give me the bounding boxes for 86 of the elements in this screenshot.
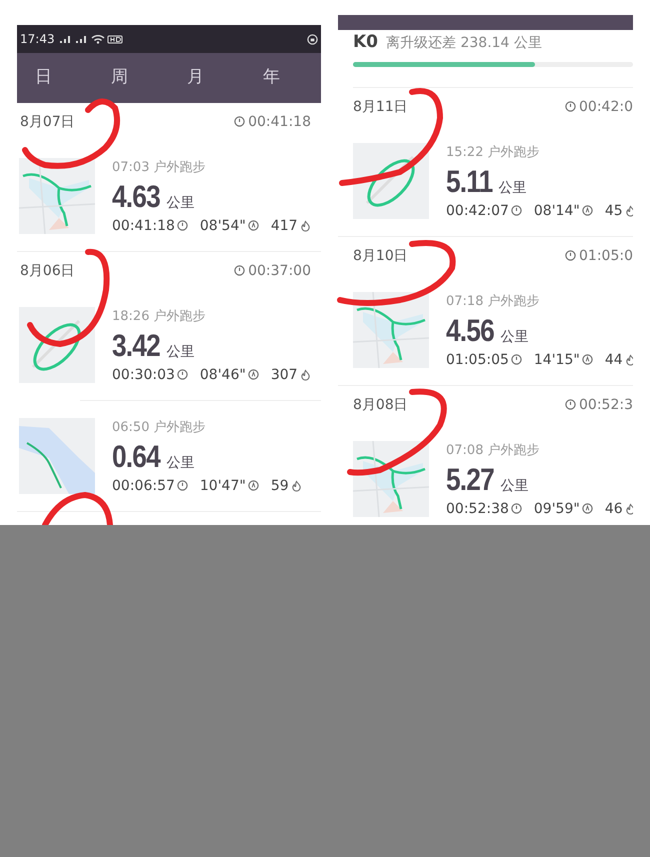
activity-item[interactable]: 15:22 户外跑步 5.11 公里 00:42:07 08'14" 45	[338, 125, 633, 236]
duration-value: 00:06:57	[112, 478, 175, 494]
activity-time-type: 07:03 户外跑步	[112, 158, 207, 176]
total-duration: 00:42:0	[579, 98, 633, 114]
flame-icon	[624, 502, 633, 514]
calories-value: 417	[270, 218, 298, 234]
duration-value: 01:05:05	[446, 352, 509, 368]
tab[interactable]: 年	[255, 53, 321, 103]
flame-icon	[290, 480, 302, 492]
pace-icon	[582, 354, 593, 365]
activity-time-type: 15:22 户外跑步	[446, 144, 541, 160]
calories-value: 307	[270, 366, 298, 382]
flame-icon	[300, 220, 311, 232]
pace-icon	[582, 503, 593, 514]
activity-item[interactable]: 18:26 户外跑步 3.42 公里 00:30:03 08'46" 307	[17, 289, 321, 400]
clock-icon	[176, 220, 188, 231]
activity-item[interactable]: 07:03 户外跑步 4.63 公里 00:41:18 08'54" 417	[17, 140, 321, 251]
distance-value: 0.64	[112, 438, 160, 474]
date-label: 8月08日	[353, 396, 408, 414]
calories-value: 44	[604, 352, 623, 368]
tab[interactable]: 月	[179, 53, 255, 103]
distance-unit: 公里	[500, 328, 528, 346]
flame-icon	[624, 204, 633, 216]
pace-icon	[248, 480, 259, 491]
distance-value: 5.11	[446, 164, 492, 200]
activity-time-type: 18:26 户外跑步	[112, 308, 207, 324]
pace-value: 08'46"	[200, 366, 246, 382]
distance-value: 4.63	[112, 178, 160, 214]
duration-value: 00:42:07	[446, 202, 509, 218]
pace-value: 10'47"	[200, 478, 246, 494]
activity-time-type: 07:08 户外跑步	[446, 442, 541, 458]
distance-value: 4.56	[446, 312, 494, 348]
pace-value: 08'14"	[534, 202, 580, 218]
level-label: K0	[353, 32, 378, 52]
activity-item[interactable]: 06:50 户外跑步 0.64 公里 00:06:57 10'47" 59	[17, 400, 321, 511]
level-progress-text: 离升级还差 238.14 公里	[386, 34, 542, 52]
calories-value: 46	[604, 500, 623, 516]
tab[interactable]: 日	[27, 53, 103, 103]
distance-unit: 公里	[500, 476, 528, 494]
flame-icon	[300, 368, 311, 380]
duration-value: 00:52:38	[446, 500, 509, 516]
activity-time-type: 06:50 户外跑步	[112, 418, 207, 436]
clock-time: 17:43	[20, 32, 55, 46]
date-label: 8月10日	[353, 246, 408, 264]
distance-unit: 公里	[166, 342, 194, 360]
total-duration: 00:37:00	[248, 262, 311, 278]
distance-unit: 公里	[498, 178, 527, 196]
clock-icon	[510, 503, 522, 514]
date-label: 8月06日	[20, 262, 75, 280]
distance-unit: 公里	[166, 454, 194, 472]
calories-value: 45	[604, 202, 623, 218]
pace-value: 08'54"	[200, 218, 246, 234]
clock-icon	[510, 354, 522, 365]
total-duration: 00:52:3	[579, 396, 633, 412]
distance-unit: 公里	[166, 194, 194, 212]
pace-icon	[248, 369, 259, 380]
pace-icon	[582, 205, 593, 216]
hd-icon	[106, 34, 123, 44]
clock-icon	[234, 116, 246, 127]
pace-value: 09'59"	[534, 500, 580, 516]
pace-value: 14'15"	[534, 352, 580, 368]
tab[interactable]: 周	[103, 53, 179, 103]
signal-icon	[74, 34, 89, 44]
total-duration: 00:41:18	[248, 114, 311, 130]
signal-icon	[58, 34, 73, 44]
date-label: 8月11日	[353, 98, 408, 116]
duration-value: 00:30:03	[112, 366, 175, 382]
clock-icon	[176, 480, 188, 491]
total-duration: 01:05:0	[579, 248, 633, 264]
activity-item[interactable]: 07:18 户外跑步 4.56 公里 01:05:05 14'15" 44	[338, 274, 633, 385]
activity-item[interactable]: 07:08 户外跑步 5.27 公里 00:52:38 09'59" 46	[338, 423, 633, 525]
clock-icon	[176, 369, 188, 380]
activity-time-type: 07:18 户外跑步	[446, 292, 541, 310]
flame-icon	[624, 354, 633, 366]
distance-value: 3.42	[112, 328, 160, 364]
clock-icon	[510, 205, 522, 216]
date-label: 8月07日	[20, 112, 75, 130]
distance-value: 5.27	[446, 462, 494, 498]
clock-icon	[565, 101, 576, 112]
clock-icon	[565, 250, 576, 261]
duration-value: 00:41:18	[112, 218, 175, 234]
calories-value: 59	[270, 478, 289, 494]
clock-icon	[565, 399, 576, 410]
wifi-icon	[90, 34, 105, 44]
pace-icon	[248, 220, 259, 231]
clock-icon	[234, 265, 246, 276]
